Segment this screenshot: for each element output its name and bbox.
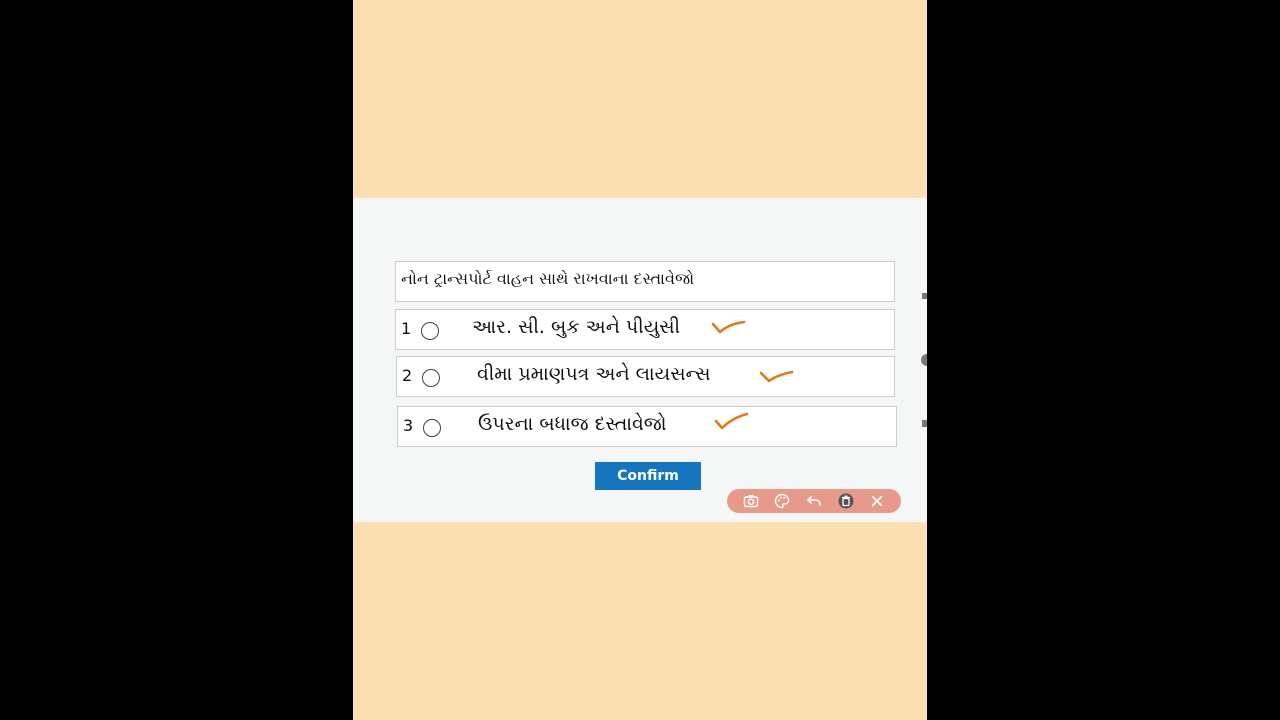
edge-marker (921, 354, 927, 366)
option-1[interactable]: 1 આર. સી. બુક અને પીયુસી (395, 309, 895, 350)
confirm-button[interactable]: Confirm (595, 462, 701, 490)
option-radio[interactable] (422, 369, 440, 387)
option-label: વીમા પ્રમાણપત્ર અને લાયસન્સ (477, 363, 711, 385)
palette-icon[interactable] (773, 492, 791, 510)
option-2[interactable]: 2 વીમા પ્રમાણપત્ર અને લાયસન્સ (396, 356, 895, 397)
trash-icon[interactable] (837, 492, 855, 510)
question-box: નોન ટ્રાન્સપોર્ટ વાહન સાથે રાખવાના દસ્તા… (395, 261, 895, 302)
screenshot-toolbar (727, 489, 901, 513)
option-3[interactable]: 3 ઉપરના બધાજ દસ્તાવેજો (397, 406, 897, 447)
close-icon[interactable] (868, 492, 886, 510)
checkmark-icon (711, 320, 746, 334)
option-label: આર. સી. બુક અને પીયુસી (472, 316, 681, 338)
undo-icon[interactable] (805, 492, 823, 510)
option-label: ઉપરના બધાજ દસ્તાવેજો (478, 413, 667, 435)
checkmark-icon (759, 370, 794, 383)
checkmark-icon (714, 412, 749, 430)
edge-marker (922, 293, 927, 299)
edge-marker (922, 420, 927, 427)
question-text: નોન ટ્રાન્સપોર્ટ વાહન સાથે રાખવાના દસ્તા… (401, 269, 695, 288)
option-number: 3 (403, 416, 414, 435)
camera-icon[interactable] (742, 492, 760, 510)
option-number: 2 (402, 366, 413, 385)
option-radio[interactable] (421, 322, 439, 340)
video-frame: નોન ટ્રાન્સપોર્ટ વાહન સાથે રાખવાના દસ્તા… (353, 0, 927, 720)
option-number: 1 (401, 319, 412, 338)
option-radio[interactable] (423, 419, 441, 437)
quiz-panel: નોન ટ્રાન્સપોર્ટ વાહન સાથે રાખવાના દસ્તા… (353, 198, 927, 522)
cut-off-heading (503, 198, 803, 207)
